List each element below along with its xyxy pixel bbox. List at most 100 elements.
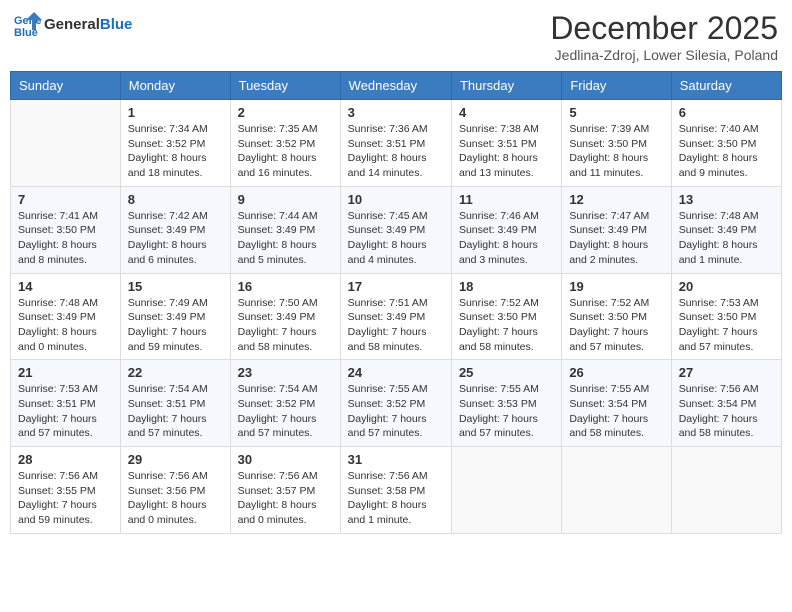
day-number: 25: [459, 365, 554, 380]
day-number: 23: [238, 365, 333, 380]
calendar-cell: 14 Sunrise: 7:48 AMSunset: 3:49 PMDayligh…: [11, 273, 121, 360]
day-number: 3: [348, 105, 444, 120]
day-info: Sunrise: 7:48 AMSunset: 3:49 PMDaylight:…: [679, 209, 774, 268]
calendar-cell: [562, 447, 671, 534]
day-number: 27: [679, 365, 774, 380]
calendar-cell: 4Sunrise: 7:38 AMSunset: 3:51 PMDaylight…: [451, 100, 561, 187]
day-number: 30: [238, 452, 333, 467]
day-info: Sunrise: 7:45 AMSunset: 3:49 PMDaylight:…: [348, 209, 444, 268]
month-title: December 2025: [550, 10, 778, 47]
calendar-cell: 7 Sunrise: 7:41 AMSunset: 3:50 PMDaylight…: [11, 186, 121, 273]
calendar-cell: 18Sunrise: 7:52 AMSunset: 3:50 PMDayligh…: [451, 273, 561, 360]
day-info: Sunrise: 7:40 AMSunset: 3:50 PMDaylight:…: [679, 122, 774, 181]
calendar-cell: 12 Sunrise: 7:47 AMSunset: 3:49 PMDayligh…: [562, 186, 671, 273]
day-number: 21: [18, 365, 113, 380]
day-info: Sunrise: 7:56 AMSunset: 3:56 PMDaylight:…: [128, 469, 223, 528]
calendar-cell: 1 Sunrise: 7:34 AMSunset: 3:52 PMDaylight…: [120, 100, 230, 187]
day-info: Sunrise: 7:54 AMSunset: 3:51 PMDaylight:…: [128, 382, 223, 441]
calendar-cell: 16 Sunrise: 7:50 AMSunset: 3:49 PMDayligh…: [230, 273, 340, 360]
calendar-week-row: 1 Sunrise: 7:34 AMSunset: 3:52 PMDaylight…: [11, 100, 782, 187]
day-info: Sunrise: 7:39 AMSunset: 3:50 PMDaylight:…: [569, 122, 663, 181]
calendar-cell: 13 Sunrise: 7:48 AMSunset: 3:49 PMDayligh…: [671, 186, 781, 273]
calendar-cell: 2 Sunrise: 7:35 AMSunset: 3:52 PMDaylight…: [230, 100, 340, 187]
day-number: 11: [459, 192, 554, 207]
day-info: Sunrise: 7:34 AMSunset: 3:52 PMDaylight:…: [128, 122, 223, 181]
calendar-header-row: SundayMondayTuesdayWednesdayThursdayFrid…: [11, 72, 782, 100]
day-number: 24: [348, 365, 444, 380]
calendar-week-row: 28 Sunrise: 7:56 AMSunset: 3:55 PMDayligh…: [11, 447, 782, 534]
day-info: Sunrise: 7:47 AMSunset: 3:49 PMDaylight:…: [569, 209, 663, 268]
day-info: Sunrise: 7:55 AMSunset: 3:53 PMDaylight:…: [459, 382, 554, 441]
day-info: Sunrise: 7:36 AMSunset: 3:51 PMDaylight:…: [348, 122, 444, 181]
day-number: 2: [238, 105, 333, 120]
weekday-header: Wednesday: [340, 72, 451, 100]
day-number: 26: [569, 365, 663, 380]
page-header: General Blue GeneralBlue December 2025 J…: [10, 10, 782, 63]
day-info: Sunrise: 7:54 AMSunset: 3:52 PMDaylight:…: [238, 382, 333, 441]
day-number: 29: [128, 452, 223, 467]
weekday-header: Sunday: [11, 72, 121, 100]
calendar-week-row: 21 Sunrise: 7:53 AMSunset: 3:51 PMDayligh…: [11, 360, 782, 447]
day-number: 7: [18, 192, 113, 207]
calendar-cell: 19Sunrise: 7:52 AMSunset: 3:50 PMDayligh…: [562, 273, 671, 360]
day-info: Sunrise: 7:38 AMSunset: 3:51 PMDaylight:…: [459, 122, 554, 181]
calendar-cell: 25 Sunrise: 7:55 AMSunset: 3:53 PMDayligh…: [451, 360, 561, 447]
day-info: Sunrise: 7:55 AMSunset: 3:52 PMDaylight:…: [348, 382, 444, 441]
calendar-week-row: 7 Sunrise: 7:41 AMSunset: 3:50 PMDaylight…: [11, 186, 782, 273]
calendar-cell: 29 Sunrise: 7:56 AMSunset: 3:56 PMDayligh…: [120, 447, 230, 534]
weekday-header: Saturday: [671, 72, 781, 100]
day-info: Sunrise: 7:48 AMSunset: 3:49 PMDaylight:…: [18, 296, 113, 355]
calendar-cell: 21 Sunrise: 7:53 AMSunset: 3:51 PMDayligh…: [11, 360, 121, 447]
day-info: Sunrise: 7:49 AMSunset: 3:49 PMDaylight:…: [128, 296, 223, 355]
day-info: Sunrise: 7:41 AMSunset: 3:50 PMDaylight:…: [18, 209, 113, 268]
day-number: 18: [459, 279, 554, 294]
day-info: Sunrise: 7:56 AMSunset: 3:54 PMDaylight:…: [679, 382, 774, 441]
day-info: Sunrise: 7:56 AMSunset: 3:55 PMDaylight:…: [18, 469, 113, 528]
day-info: Sunrise: 7:42 AMSunset: 3:49 PMDaylight:…: [128, 209, 223, 268]
calendar-week-row: 14 Sunrise: 7:48 AMSunset: 3:49 PMDayligh…: [11, 273, 782, 360]
weekday-header: Thursday: [451, 72, 561, 100]
calendar-cell: 6 Sunrise: 7:40 AMSunset: 3:50 PMDaylight…: [671, 100, 781, 187]
day-number: 8: [128, 192, 223, 207]
day-number: 5: [569, 105, 663, 120]
day-info: Sunrise: 7:51 AMSunset: 3:49 PMDaylight:…: [348, 296, 444, 355]
day-info: Sunrise: 7:35 AMSunset: 3:52 PMDaylight:…: [238, 122, 333, 181]
calendar-cell: 8 Sunrise: 7:42 AMSunset: 3:49 PMDaylight…: [120, 186, 230, 273]
calendar-cell: 20Sunrise: 7:53 AMSunset: 3:50 PMDayligh…: [671, 273, 781, 360]
day-number: 14: [18, 279, 113, 294]
calendar-cell: 3 Sunrise: 7:36 AMSunset: 3:51 PMDaylight…: [340, 100, 451, 187]
day-info: Sunrise: 7:50 AMSunset: 3:49 PMDaylight:…: [238, 296, 333, 355]
day-number: 12: [569, 192, 663, 207]
day-info: Sunrise: 7:46 AMSunset: 3:49 PMDaylight:…: [459, 209, 554, 268]
day-number: 31: [348, 452, 444, 467]
calendar-cell: 10Sunrise: 7:45 AMSunset: 3:49 PMDayligh…: [340, 186, 451, 273]
weekday-header: Tuesday: [230, 72, 340, 100]
calendar-cell: 27 Sunrise: 7:56 AMSunset: 3:54 PMDayligh…: [671, 360, 781, 447]
day-info: Sunrise: 7:56 AMSunset: 3:57 PMDaylight:…: [238, 469, 333, 528]
day-number: 28: [18, 452, 113, 467]
day-number: 9: [238, 192, 333, 207]
calendar-cell: 26Sunrise: 7:55 AMSunset: 3:54 PMDayligh…: [562, 360, 671, 447]
logo: General Blue GeneralBlue: [14, 10, 132, 38]
calendar-cell: 17Sunrise: 7:51 AMSunset: 3:49 PMDayligh…: [340, 273, 451, 360]
day-info: Sunrise: 7:52 AMSunset: 3:50 PMDaylight:…: [569, 296, 663, 355]
weekday-header: Monday: [120, 72, 230, 100]
day-number: 16: [238, 279, 333, 294]
calendar-cell: 30 Sunrise: 7:56 AMSunset: 3:57 PMDayligh…: [230, 447, 340, 534]
day-number: 13: [679, 192, 774, 207]
logo-text: GeneralBlue: [44, 16, 132, 33]
calendar-cell: 11 Sunrise: 7:46 AMSunset: 3:49 PMDayligh…: [451, 186, 561, 273]
day-info: Sunrise: 7:44 AMSunset: 3:49 PMDaylight:…: [238, 209, 333, 268]
day-info: Sunrise: 7:56 AMSunset: 3:58 PMDaylight:…: [348, 469, 444, 528]
calendar-cell: 24 Sunrise: 7:55 AMSunset: 3:52 PMDayligh…: [340, 360, 451, 447]
logo-icon: General Blue: [14, 10, 42, 38]
day-number: 20: [679, 279, 774, 294]
calendar-table: SundayMondayTuesdayWednesdayThursdayFrid…: [10, 71, 782, 534]
calendar-cell: 15 Sunrise: 7:49 AMSunset: 3:49 PMDayligh…: [120, 273, 230, 360]
calendar-cell: [671, 447, 781, 534]
calendar-cell: [451, 447, 561, 534]
day-number: 6: [679, 105, 774, 120]
day-number: 1: [128, 105, 223, 120]
day-info: Sunrise: 7:53 AMSunset: 3:51 PMDaylight:…: [18, 382, 113, 441]
day-number: 15: [128, 279, 223, 294]
